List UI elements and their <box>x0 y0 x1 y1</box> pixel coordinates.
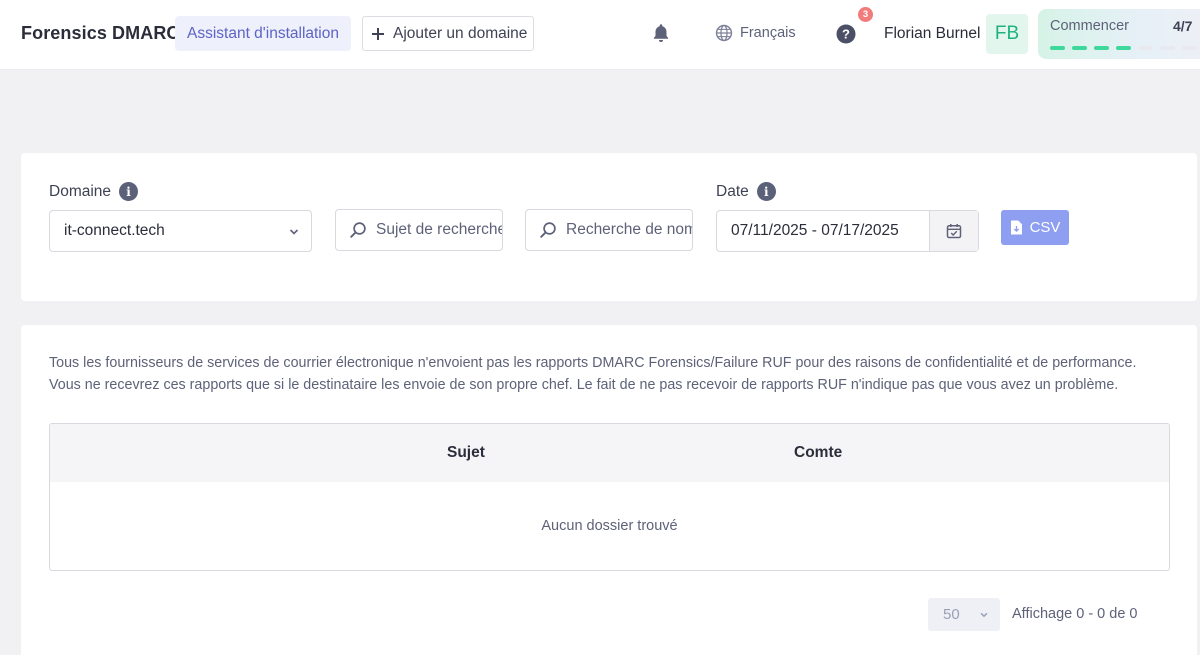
table-header: Sujet Comte <box>50 424 1169 482</box>
top-header: Forensics DMARC Assistant d'installation… <box>0 0 1200 70</box>
date-label-text: Date <box>716 182 749 200</box>
column-header-count[interactable]: Comte <box>794 444 842 462</box>
file-download-icon <box>1010 220 1022 235</box>
onboarding-step <box>1182 46 1197 50</box>
subject-search-input[interactable] <box>376 221 502 239</box>
results-table: Sujet Comte Aucun dossier trouvé <box>49 423 1170 571</box>
svg-text:?: ? <box>842 27 850 42</box>
date-range-value: 07/11/2025 - 07/17/2025 <box>731 222 899 239</box>
avatar[interactable]: FB <box>986 14 1028 54</box>
domain-select[interactable]: it-connect.tech <box>49 210 312 252</box>
language-selector[interactable]: Français <box>715 24 796 42</box>
search-icon <box>350 222 366 238</box>
ruf-notice: Tous les fournisseurs de services de cou… <box>49 352 1169 396</box>
per-page-value: 50 <box>943 606 960 623</box>
domain-label-text: Domaine <box>49 182 112 200</box>
paging-info: Affichage 0 - 0 de 0 <box>1012 606 1138 622</box>
chevron-down-icon <box>289 229 299 235</box>
date-range-field[interactable]: 07/11/2025 - 07/17/2025 <box>716 210 979 252</box>
user-name[interactable]: Florian Burnel <box>884 25 981 43</box>
onboarding-step <box>1160 46 1175 50</box>
empty-state-message: Aucun dossier trouvé <box>541 518 678 534</box>
search-icon <box>540 222 556 238</box>
bell-icon[interactable] <box>650 22 672 44</box>
csv-label: CSV <box>1029 219 1061 236</box>
onboarding-step <box>1116 46 1131 50</box>
onboarding-step <box>1072 46 1087 50</box>
plus-icon <box>371 27 385 41</box>
calendar-button[interactable] <box>929 211 978 251</box>
calendar-icon <box>946 224 962 239</box>
setup-wizard-button[interactable]: Assistant d'installation <box>175 16 351 51</box>
subject-search-field[interactable] <box>335 209 503 251</box>
onboarding-step <box>1094 46 1109 50</box>
onboarding-label: Commencer <box>1050 18 1129 34</box>
add-domain-button[interactable]: Ajouter un domaine <box>362 16 534 51</box>
language-label: Français <box>740 25 796 41</box>
notice-line-1: Tous les fournisseurs de services de cou… <box>49 355 1137 371</box>
onboarding-progress[interactable]: Commencer 4/7 <box>1038 9 1200 59</box>
notice-line-2: Vous ne recevrez ces rapports que si le … <box>49 377 1119 393</box>
date-label: Date i <box>716 182 776 201</box>
globe-icon <box>715 24 733 42</box>
setup-wizard-label: Assistant d'installation <box>186 24 339 42</box>
help-badge: 3 <box>858 7 873 22</box>
domain-label: Domaine i <box>49 182 139 201</box>
chevron-down-icon <box>980 612 988 618</box>
onboarding-step <box>1050 46 1065 50</box>
info-icon[interactable]: i <box>119 182 139 201</box>
onboarding-count: 4/7 <box>1173 18 1193 34</box>
info-icon[interactable]: i <box>756 182 776 201</box>
help-icon[interactable]: ? <box>836 24 856 44</box>
add-domain-label: Ajouter un domaine <box>393 24 528 42</box>
onboarding-step <box>1138 46 1153 50</box>
column-header-subject[interactable]: Sujet <box>447 444 485 462</box>
app-title: Forensics DMARC <box>21 23 180 43</box>
onboarding-steps <box>1050 46 1200 50</box>
name-search-input[interactable] <box>566 221 692 239</box>
per-page-select[interactable]: 50 <box>928 598 1000 631</box>
csv-export-button[interactable]: CSV <box>1001 210 1069 245</box>
name-search-field[interactable] <box>525 209 693 251</box>
domain-select-value: it-connect.tech <box>64 222 165 239</box>
